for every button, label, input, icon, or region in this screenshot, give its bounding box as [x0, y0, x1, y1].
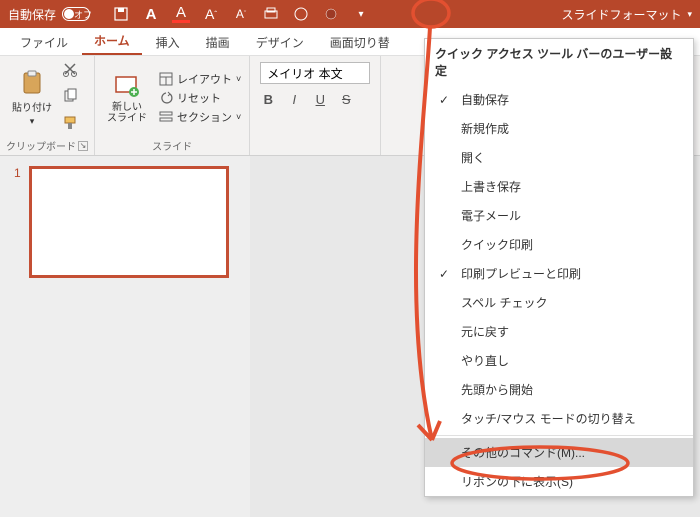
menu-item-email[interactable]: 電子メール — [425, 201, 693, 230]
menu-item-save[interactable]: 上書き保存 — [425, 172, 693, 201]
reset-icon — [159, 91, 173, 105]
reset-button[interactable]: リセット — [157, 89, 243, 107]
tab-insert[interactable]: 挿入 — [144, 28, 192, 55]
font-icon-a1[interactable]: A — [142, 5, 160, 23]
menu-item-spell[interactable]: スペル チェック — [425, 288, 693, 317]
layout-icon — [159, 72, 173, 86]
section-label: セクション — [177, 109, 232, 125]
underline-button[interactable]: U — [312, 92, 328, 107]
menu-separator — [425, 435, 693, 436]
increase-font-icon[interactable]: Aˆ — [202, 5, 220, 23]
section-button[interactable]: セクション˅ — [157, 108, 243, 126]
paste-button[interactable]: 貼り付け ▾ — [6, 67, 58, 129]
new-slide-icon — [113, 72, 141, 100]
tab-home[interactable]: ホーム — [82, 26, 142, 55]
slide-thumbnail[interactable] — [29, 166, 229, 278]
record-icon[interactable] — [322, 5, 340, 23]
section-icon — [159, 110, 173, 124]
menu-item-fromstart[interactable]: 先頭から開始 — [425, 375, 693, 404]
font-name-value: メイリオ 本文 — [267, 65, 342, 82]
thumbnail-pane[interactable]: 1 — [0, 156, 250, 517]
copy-icon[interactable] — [62, 88, 78, 109]
clipboard-icon — [18, 69, 46, 97]
chevron-down-icon: ▾ — [687, 9, 692, 20]
paste-label: 貼り付け — [12, 99, 52, 114]
strike-button[interactable]: S — [338, 92, 354, 107]
group-font: メイリオ 本文 B I U S — [250, 56, 381, 155]
dialog-launcher-icon[interactable]: ↘ — [78, 141, 88, 151]
menu-item-undo[interactable]: 元に戻す — [425, 317, 693, 346]
group-label-clipboard: クリップボード — [6, 138, 76, 153]
layout-label: レイアウト — [177, 71, 232, 87]
menu-item-new[interactable]: 新規作成 — [425, 114, 693, 143]
cut-icon[interactable] — [62, 61, 78, 82]
menu-item-touchmouse[interactable]: タッチ/マウス モードの切り替え — [425, 404, 693, 433]
new-slide-label: 新しい スライド — [107, 102, 147, 124]
menu-item-more-commands[interactable]: その他のコマンド(M)... — [425, 438, 693, 467]
menu-item-redo[interactable]: やり直し — [425, 346, 693, 375]
autosave-toggle[interactable]: 自動保存 オフ — [8, 6, 96, 23]
decrease-font-icon[interactable]: Aˇ — [232, 5, 250, 23]
tab-transition[interactable]: 画面切り替 — [318, 28, 402, 55]
font-name-combo[interactable]: メイリオ 本文 — [260, 62, 370, 84]
menu-item-printpreview[interactable]: 印刷プレビューと印刷 — [425, 259, 693, 288]
tab-draw[interactable]: 描画 — [194, 28, 242, 55]
bold-button[interactable]: B — [260, 92, 276, 107]
palette-icon[interactable] — [292, 5, 310, 23]
tab-file[interactable]: ファイル — [8, 28, 80, 55]
new-slide-button[interactable]: 新しい スライド — [101, 70, 153, 126]
title-bar: 自動保存 オフ A A Aˆ Aˇ ▾ スライドフォーマット ▾ — [0, 0, 700, 28]
slide-number: 1 — [14, 166, 21, 278]
menu-item-show-below[interactable]: リボンの下に表示(S) — [425, 467, 693, 496]
reset-label: リセット — [177, 90, 221, 106]
menu-item-quickprint[interactable]: クイック印刷 — [425, 230, 693, 259]
switch-icon — [62, 7, 90, 21]
menu-item-autosave[interactable]: 自動保存 — [425, 85, 693, 114]
print-icon[interactable] — [262, 5, 280, 23]
font-color-icon[interactable]: A — [172, 5, 190, 23]
layout-button[interactable]: レイアウト˅ — [157, 70, 243, 88]
format-painter-icon[interactable] — [62, 115, 78, 136]
title-right-label[interactable]: スライドフォーマット — [561, 6, 681, 23]
quick-access-toolbar: A A Aˆ Aˇ ▾ — [112, 5, 370, 23]
group-clipboard: 貼り付け ▾ クリップボード↘ — [0, 56, 95, 155]
italic-button[interactable]: I — [286, 92, 302, 107]
group-slides: 新しい スライド レイアウト˅ リセット セクション˅ スライド — [95, 56, 250, 155]
tab-design[interactable]: デザイン — [244, 28, 316, 55]
menu-title: クイック アクセス ツール バーのユーザー設定 — [425, 39, 693, 85]
autosave-label: 自動保存 — [8, 6, 56, 23]
chevron-down-icon: ▾ — [30, 116, 35, 127]
qat-customize-menu: クイック アクセス ツール バーのユーザー設定 自動保存 新規作成 開く 上書き… — [424, 38, 694, 497]
group-label-slides: スライド — [152, 138, 192, 153]
customize-qat-button[interactable]: ▾ — [352, 5, 370, 23]
save-icon[interactable] — [112, 5, 130, 23]
menu-item-open[interactable]: 開く — [425, 143, 693, 172]
